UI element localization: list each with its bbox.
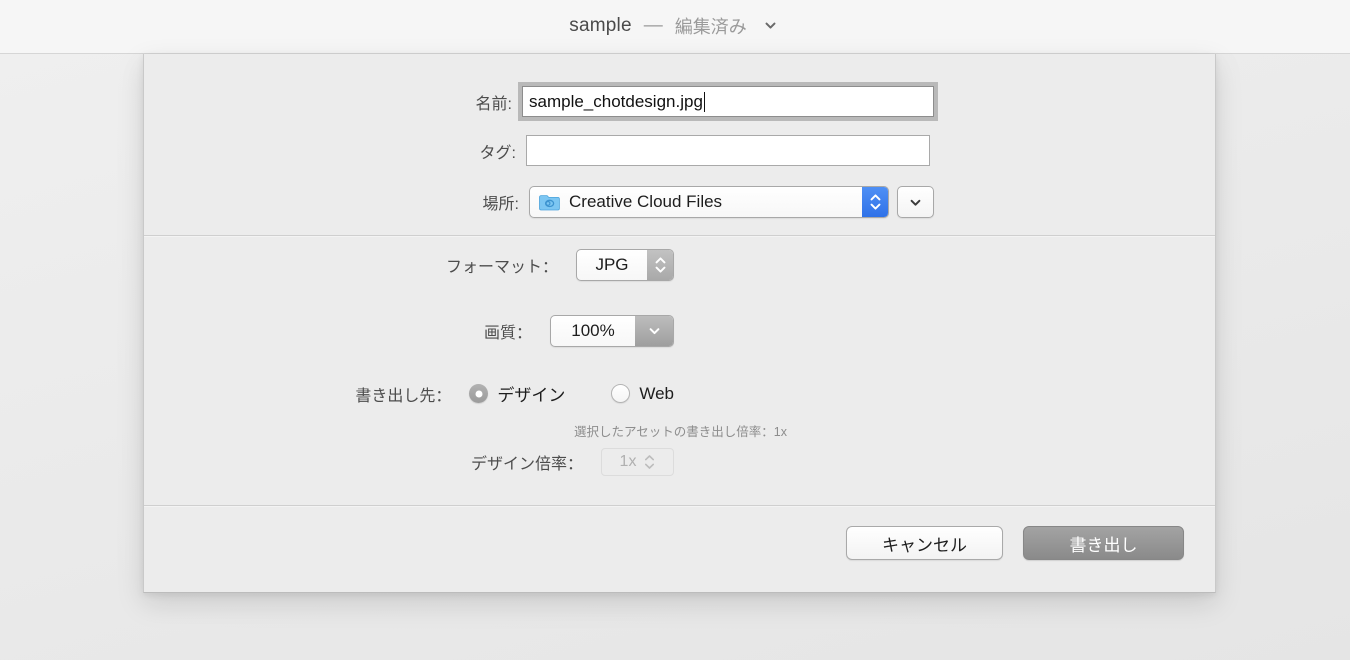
location-popup-content: Creative Cloud Files bbox=[530, 192, 862, 212]
radio-option-design[interactable]: デザイン bbox=[469, 381, 565, 406]
export-button-label: 書き出し bbox=[1069, 535, 1138, 555]
design-scale-value: 1x bbox=[619, 453, 637, 470]
window-title-filename: sample bbox=[569, 14, 632, 36]
export-button[interactable]: 書き出し bbox=[1023, 526, 1184, 560]
window-titlebar: sample — 編集済み bbox=[0, 0, 1350, 54]
radio-option-web-label: Web bbox=[639, 383, 674, 403]
chevron-down-icon bbox=[908, 195, 923, 210]
export-target-row: 書き出し先： デザイン Web bbox=[144, 381, 674, 406]
name-row: 名前: sample_chotdesign.jpg bbox=[144, 82, 938, 121]
design-scale-row-label: デザイン倍率： bbox=[470, 456, 583, 473]
name-input[interactable]: sample_chotdesign.jpg bbox=[518, 82, 938, 121]
text-caret bbox=[703, 91, 705, 112]
window-title-separator: — bbox=[643, 14, 663, 36]
window-title-edited-state: 編集済み bbox=[674, 16, 747, 37]
export-target-radio-group: デザイン Web bbox=[469, 381, 674, 406]
creative-cloud-folder-icon bbox=[539, 194, 560, 211]
tags-input[interactable] bbox=[526, 135, 930, 166]
quality-popup-content: 100% bbox=[551, 321, 635, 341]
radio-unselected-icon bbox=[611, 384, 631, 403]
radio-selected-icon bbox=[469, 384, 489, 403]
section-divider-bottom bbox=[144, 505, 1215, 506]
chevron-down-icon[interactable] bbox=[635, 316, 673, 346]
location-row: 場所: Creative Cloud Files bbox=[144, 186, 934, 218]
location-popup-button[interactable]: Creative Cloud Files bbox=[529, 186, 889, 218]
window-title: sample — 編集済み bbox=[569, 13, 780, 39]
quality-popup-button[interactable]: 100% bbox=[550, 315, 674, 347]
format-row-label: フォーマット： bbox=[445, 259, 558, 276]
cancel-button[interactable]: キャンセル bbox=[846, 526, 1003, 560]
format-popup-value: JPG bbox=[595, 255, 629, 274]
name-input-value: sample_chotdesign.jpg bbox=[529, 91, 703, 111]
updown-chevron-icon[interactable] bbox=[862, 187, 888, 217]
radio-option-design-label: デザイン bbox=[497, 386, 566, 405]
updown-chevron-icon bbox=[644, 455, 655, 469]
quality-row: 画質： 100% bbox=[144, 315, 674, 347]
chevron-down-icon[interactable] bbox=[761, 16, 781, 36]
name-row-label: 名前: bbox=[475, 95, 512, 113]
cancel-button-label: キャンセル bbox=[882, 535, 967, 555]
sheet-button-bar: キャンセル 書き出し bbox=[846, 526, 1184, 560]
radio-option-web[interactable]: Web bbox=[611, 384, 674, 404]
location-row-label: 場所: bbox=[482, 196, 519, 213]
section-divider-top bbox=[144, 235, 1215, 236]
quality-row-label: 画質： bbox=[483, 325, 532, 342]
quality-popup-value: 100% bbox=[571, 321, 615, 340]
updown-chevron-icon[interactable] bbox=[647, 250, 673, 280]
tags-row: タグ: bbox=[144, 135, 934, 166]
format-row: フォーマット： JPG bbox=[144, 249, 674, 281]
format-popup-content: JPG bbox=[577, 255, 647, 275]
tags-row-label: タグ: bbox=[479, 144, 516, 162]
export-target-row-label: 書き出し先： bbox=[355, 387, 452, 405]
export-sheet-dialog: 名前: sample_chotdesign.jpg タグ: 場所: Creati… bbox=[143, 54, 1216, 593]
format-popup-button[interactable]: JPG bbox=[576, 249, 674, 281]
location-popup-value: Creative Cloud Files bbox=[569, 192, 723, 211]
design-scale-stepper: 1x bbox=[601, 448, 674, 476]
location-expand-button[interactable] bbox=[897, 186, 934, 218]
export-scale-helper-text: 選択したアセットの書き出し倍率：1x bbox=[574, 425, 787, 439]
design-scale-row: デザイン倍率： 1x bbox=[144, 448, 674, 476]
